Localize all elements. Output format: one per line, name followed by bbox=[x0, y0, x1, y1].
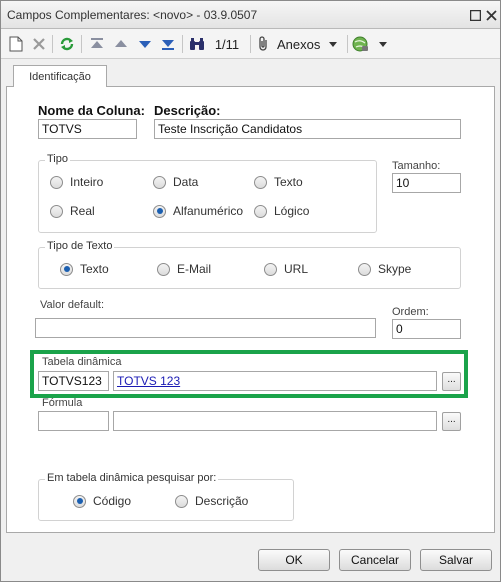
radio-label: E-Mail bbox=[177, 262, 212, 276]
radio-label: Real bbox=[70, 204, 95, 218]
pesquisar-por-group: Em tabela dinâmica pesquisar por: Código… bbox=[38, 472, 294, 521]
radio-button[interactable] bbox=[254, 175, 267, 189]
refresh-icon bbox=[60, 37, 74, 51]
identificacao-panel: Nome da Coluna: TOTVS Descrição: Teste I… bbox=[6, 86, 495, 533]
radio-label: Data bbox=[173, 175, 199, 189]
radio-button[interactable] bbox=[254, 204, 267, 218]
arrow-down-icon bbox=[139, 41, 151, 48]
title-bar: Campos Complementares: <novo> - 03.9.050… bbox=[1, 1, 500, 29]
radio-button[interactable] bbox=[358, 262, 371, 276]
ordem-label: Ordem: bbox=[392, 306, 429, 318]
tabela-dinamica-code-input[interactable]: TOTVS123 bbox=[38, 371, 109, 391]
radio-label: Código bbox=[93, 494, 132, 508]
radio-label: Skype bbox=[378, 262, 412, 276]
radio-tipo-logico[interactable]: Lógico bbox=[254, 204, 309, 218]
save-button[interactable]: Salvar bbox=[420, 549, 492, 571]
radio-tipo-inteiro[interactable]: Inteiro bbox=[50, 175, 103, 189]
attachments-label: Anexos bbox=[277, 36, 321, 52]
radio-tipo-texto-url[interactable]: URL bbox=[264, 262, 308, 276]
tipo-de-texto-group-title: Tipo de Texto bbox=[45, 240, 115, 252]
radio-button[interactable] bbox=[50, 175, 63, 189]
last-record-icon bbox=[162, 40, 174, 50]
formula-code-input[interactable] bbox=[38, 411, 109, 431]
tabela-dinamica-description-link[interactable]: TOTVS 123 bbox=[113, 371, 437, 391]
delete-icon bbox=[33, 38, 45, 50]
radio-tipo-real[interactable]: Real bbox=[50, 204, 95, 218]
radio-button-selected[interactable] bbox=[73, 494, 86, 508]
tabela-dinamica-label: Tabela dinâmica bbox=[42, 356, 122, 368]
radio-tipo-texto-texto[interactable]: Texto bbox=[60, 262, 109, 276]
new-document-icon bbox=[9, 36, 23, 52]
radio-label: URL bbox=[284, 262, 309, 276]
binoculars-icon bbox=[187, 33, 207, 55]
record-counter: 1/11 bbox=[214, 36, 240, 52]
first-record-icon bbox=[91, 38, 103, 48]
ordem-input[interactable]: 0 bbox=[392, 319, 461, 339]
radio-button[interactable] bbox=[264, 262, 277, 276]
arrow-up-icon bbox=[115, 40, 127, 47]
nome-da-coluna-input[interactable]: TOTVS bbox=[38, 119, 137, 139]
tabela-dinamica-lookup-button[interactable]: ... bbox=[442, 372, 461, 391]
tamanho-label: Tamanho: bbox=[392, 160, 441, 172]
next-record-button[interactable] bbox=[134, 33, 156, 55]
valor-default-input[interactable] bbox=[35, 318, 376, 338]
previous-record-button[interactable] bbox=[110, 33, 132, 55]
close-icon bbox=[485, 9, 497, 21]
radio-label: Inteiro bbox=[70, 175, 104, 189]
delete-button[interactable] bbox=[29, 33, 49, 55]
radio-tipo-alfanumerico[interactable]: Alfanumérico bbox=[153, 204, 243, 218]
valor-default-label: Valor default: bbox=[40, 299, 105, 311]
nome-da-coluna-label: Nome da Coluna: bbox=[38, 103, 145, 118]
formula-description-input[interactable] bbox=[113, 411, 437, 431]
paperclip-icon bbox=[259, 36, 267, 51]
radio-button[interactable] bbox=[153, 175, 166, 189]
new-button[interactable] bbox=[6, 33, 26, 55]
tipo-group-title: Tipo bbox=[45, 153, 70, 165]
radio-button-selected[interactable] bbox=[153, 204, 166, 218]
tab-identificacao[interactable]: Identificação bbox=[13, 65, 107, 87]
radio-button-selected[interactable] bbox=[60, 262, 73, 276]
radio-pesquisar-codigo[interactable]: Código bbox=[73, 494, 131, 508]
radio-label: Texto bbox=[274, 175, 303, 189]
radio-tipo-texto-email[interactable]: E-Mail bbox=[157, 262, 211, 276]
descricao-label: Descrição: bbox=[154, 103, 221, 118]
radio-button[interactable] bbox=[175, 494, 188, 508]
attachments-button[interactable]: Anexos bbox=[257, 33, 343, 55]
cancel-button[interactable]: Cancelar bbox=[339, 549, 411, 571]
radio-label: Descrição bbox=[195, 494, 249, 508]
tipo-group: Tipo Inteiro Data Texto Real Alfanuméric… bbox=[38, 153, 377, 233]
tamanho-input[interactable]: 10 bbox=[392, 173, 461, 193]
dialog-window: Campos Complementares: <novo> - 03.9.050… bbox=[0, 0, 501, 582]
refresh-button[interactable] bbox=[56, 33, 78, 55]
radio-tipo-texto-skype[interactable]: Skype bbox=[358, 262, 411, 276]
chevron-down-icon bbox=[329, 42, 338, 47]
formula-label: Fórmula bbox=[42, 397, 83, 409]
formula-lookup-button[interactable]: ... bbox=[442, 412, 461, 431]
descricao-input[interactable]: Teste Inscrição Candidatos bbox=[154, 119, 461, 139]
last-record-button[interactable] bbox=[157, 33, 179, 55]
radio-button[interactable] bbox=[50, 204, 63, 218]
window-title: Campos Complementares: <novo> - 03.9.050… bbox=[7, 8, 258, 22]
tipo-de-texto-group: Tipo de Texto Texto E-Mail URL Skype bbox=[38, 240, 461, 289]
globe-icon bbox=[352, 36, 368, 52]
ok-button[interactable]: OK bbox=[258, 549, 330, 571]
pesquisar-por-group-title: Em tabela dinâmica pesquisar por: bbox=[45, 472, 219, 484]
globe-button[interactable] bbox=[351, 33, 389, 55]
toolbar: 1/11 Anexos bbox=[1, 29, 500, 59]
first-record-button[interactable] bbox=[86, 33, 108, 55]
radio-tipo-texto[interactable]: Texto bbox=[254, 175, 303, 189]
radio-pesquisar-descricao[interactable]: Descrição bbox=[175, 494, 248, 508]
maximize-button[interactable] bbox=[467, 7, 483, 23]
radio-tipo-data[interactable]: Data bbox=[153, 175, 198, 189]
radio-button[interactable] bbox=[157, 262, 170, 276]
close-button[interactable] bbox=[483, 7, 499, 23]
maximize-icon bbox=[469, 9, 481, 21]
radio-label: Texto bbox=[80, 262, 109, 276]
radio-label: Lógico bbox=[274, 204, 310, 218]
chevron-down-icon bbox=[379, 42, 387, 47]
radio-label: Alfanumérico bbox=[173, 204, 244, 218]
